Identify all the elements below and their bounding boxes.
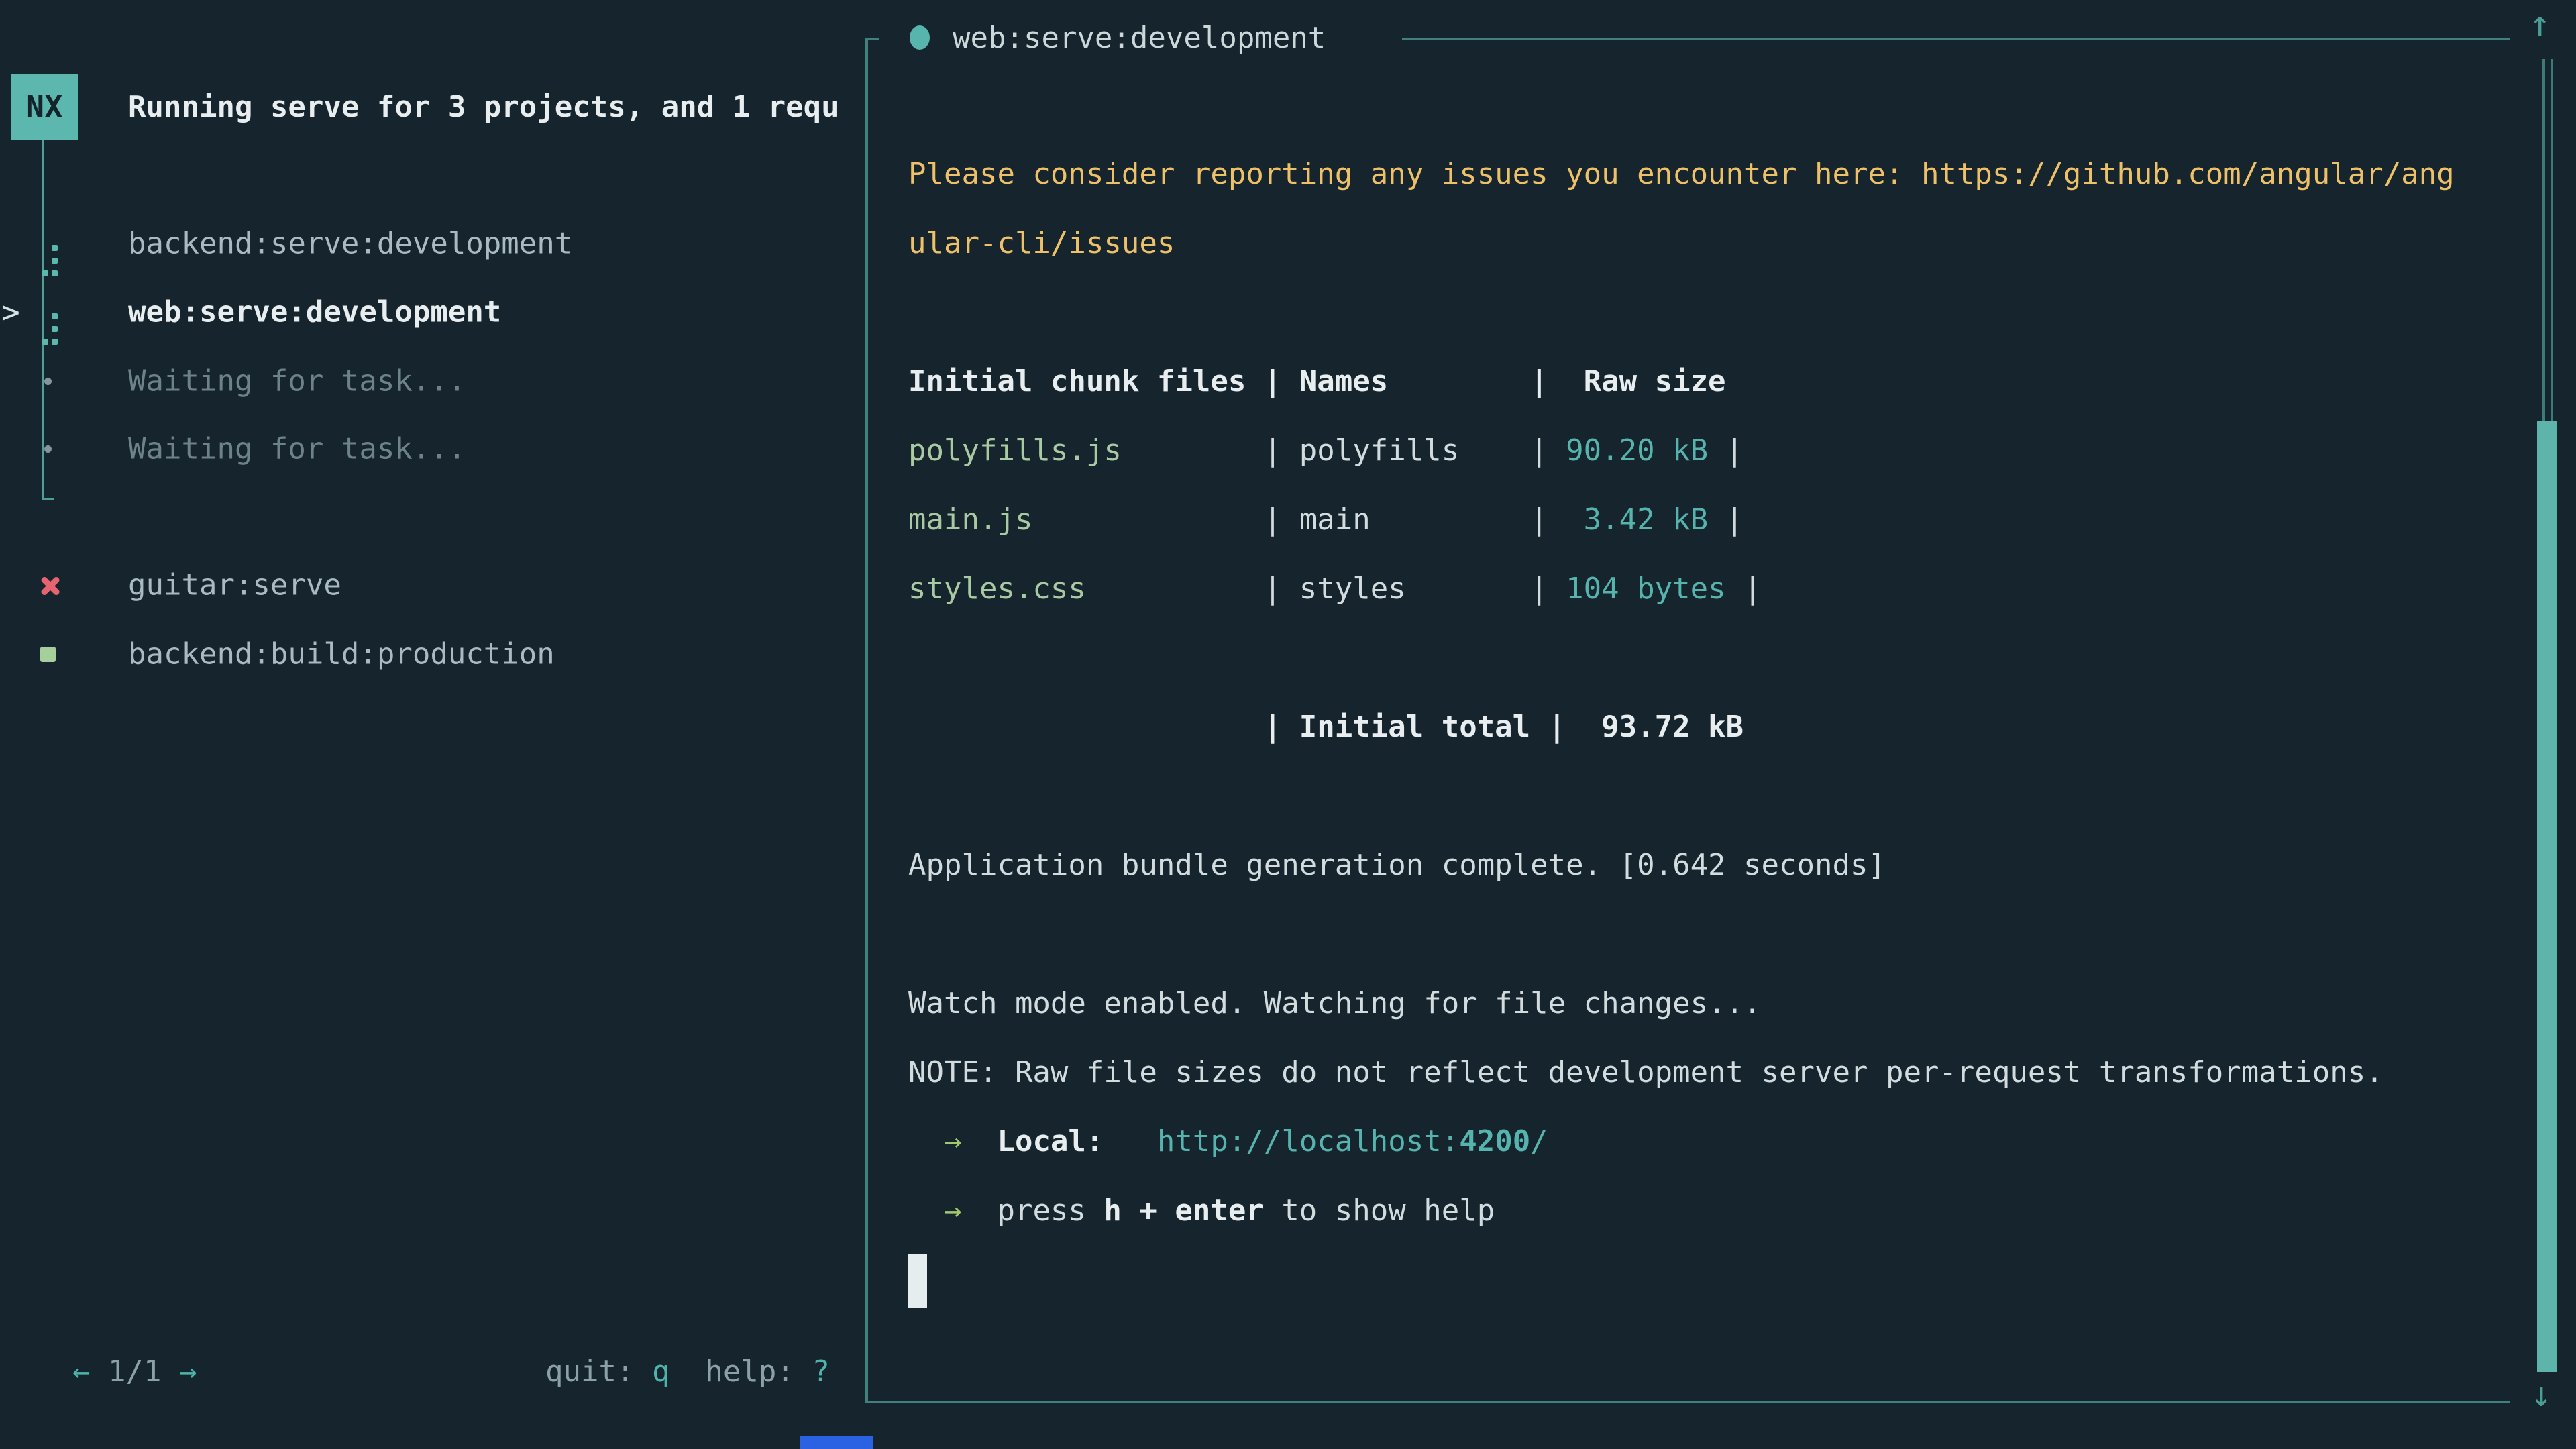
scroll-down-icon[interactable]: ↓ — [2530, 1373, 2553, 1415]
dot-icon — [44, 445, 52, 453]
task-row-backend-build[interactable]: backend:build:production — [0, 620, 859, 688]
help-hint-label: help: — [669, 1354, 812, 1389]
pagination: ← 1/1 → — [37, 1320, 197, 1389]
keyboard-hints: quit: q help: ? — [510, 1320, 830, 1389]
task-label: Waiting for task... — [128, 432, 466, 466]
task-tree-corner — [42, 498, 54, 500]
task-row-waiting-2[interactable]: Waiting for task... — [0, 415, 859, 483]
nx-logo: NX — [11, 74, 78, 140]
square-icon — [40, 647, 56, 662]
task-label: Waiting for task... — [128, 364, 466, 398]
task-row-backend-serve[interactable]: backend:serve:development — [0, 209, 859, 278]
terminal-line-table-header: Initial chunk files | Names | Raw size — [908, 347, 2455, 416]
terminal-line-table-row: styles.css | styles | 104 bytes | — [908, 554, 2455, 623]
task-label: backend:serve:development — [128, 227, 572, 261]
app-title: Running serve for 3 projects, and 1 requ — [128, 90, 861, 126]
terminal-line-table-total: | Initial total | 93.72 kB — [908, 692, 2455, 761]
quit-key: q — [652, 1354, 670, 1389]
terminal-line: Application bundle generation complete. … — [908, 830, 2455, 900]
running-dot-icon — [910, 25, 930, 50]
page-right-arrow[interactable]: → — [179, 1354, 197, 1389]
spinner-icon — [42, 270, 48, 276]
panel-header: web:serve:development — [910, 20, 1326, 55]
quit-hint-label: quit: — [545, 1354, 652, 1389]
terminal-line: ular-cli/issues — [908, 209, 2455, 278]
terminal-line — [908, 900, 2455, 969]
task-row-web-serve[interactable]: > web:serve:development — [0, 278, 859, 346]
terminal-cursor-line — [908, 1245, 2455, 1314]
dot-icon — [44, 378, 52, 385]
task-row-waiting-1[interactable]: Waiting for task... — [0, 347, 859, 415]
task-output-panel: web:serve:development Please consider re… — [865, 38, 2510, 1403]
terminal-line — [908, 623, 2455, 692]
task-label: guitar:serve — [128, 568, 341, 602]
selected-chevron-icon: > — [1, 294, 20, 330]
terminal-output: Please consider reporting any issues you… — [908, 140, 2455, 1314]
terminal-line-local-url[interactable]: → Local: http://localhost:4200/ — [908, 1107, 2455, 1176]
page-indicator: 1/1 — [90, 1354, 178, 1389]
panel-border-left — [865, 38, 868, 1403]
spinner-icon — [42, 339, 48, 345]
terminal-line: Please consider reporting any issues you… — [908, 140, 2455, 209]
cross-icon — [39, 574, 62, 597]
task-label: web:serve:development — [128, 295, 501, 329]
help-key: ? — [812, 1354, 830, 1389]
terminal-line-table-row: polyfills.js | polyfills | 90.20 kB | — [908, 416, 2455, 485]
task-row-guitar-serve[interactable]: guitar:serve — [0, 551, 859, 619]
terminal-line-table-row: main.js | main | 3.42 kB | — [908, 485, 2455, 554]
terminal-line — [908, 761, 2455, 830]
panel-border-bottom — [865, 1401, 2510, 1403]
terminal-line — [908, 278, 2455, 347]
terminal-line-help-hint: → press h + enter to show help — [908, 1176, 2455, 1245]
scrollbar-thumb[interactable] — [2537, 421, 2557, 1372]
bottom-blue-bar — [800, 1436, 873, 1449]
terminal-line: Watch mode enabled. Watching for file ch… — [908, 969, 2455, 1038]
scroll-up-icon[interactable]: ↑ — [2529, 3, 2551, 45]
panel-title: web:serve:development — [953, 21, 1326, 55]
panel-border-top — [1402, 38, 2510, 40]
terminal-line: NOTE: Raw file sizes do not reflect deve… — [908, 1038, 2455, 1107]
task-label: backend:build:production — [128, 637, 555, 672]
panel-border-top-stub — [865, 38, 879, 40]
page-left-arrow[interactable]: ← — [72, 1354, 91, 1389]
